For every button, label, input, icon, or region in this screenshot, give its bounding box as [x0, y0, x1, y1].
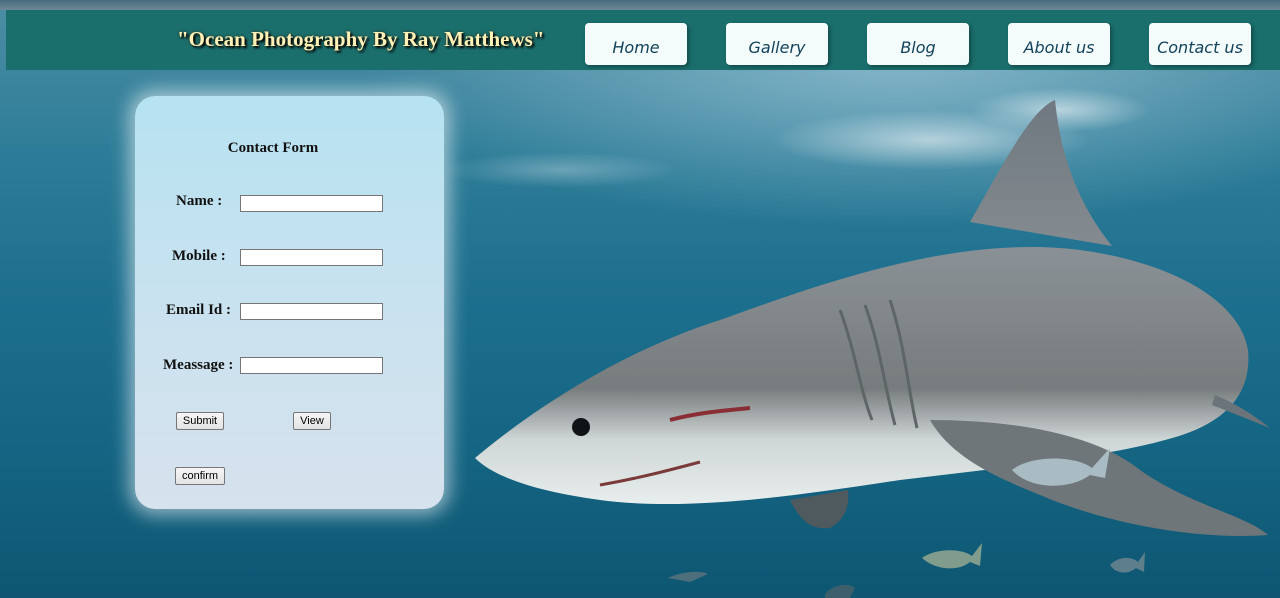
- message-input[interactable]: [240, 357, 383, 374]
- mobile-input[interactable]: [240, 249, 383, 266]
- mobile-label: Mobile :: [172, 248, 226, 264]
- top-strip: [0, 0, 1280, 10]
- message-label: Meassage :: [163, 357, 234, 373]
- confirm-button[interactable]: confirm: [175, 467, 225, 485]
- submit-button[interactable]: Submit: [176, 412, 224, 430]
- site-title: "Ocean Photography By Ray Matthews": [177, 27, 545, 51]
- name-input[interactable]: [240, 195, 383, 212]
- view-button[interactable]: View: [293, 412, 331, 430]
- nav-gallery-button[interactable]: Gallery: [726, 23, 828, 65]
- nav-blog-button[interactable]: Blog: [867, 23, 969, 65]
- nav-home-button[interactable]: Home: [585, 23, 687, 65]
- email-label: Email Id :: [166, 302, 232, 318]
- name-label: Name :: [176, 193, 223, 209]
- email-input[interactable]: [240, 303, 383, 320]
- nav-about-us-button[interactable]: About us: [1008, 23, 1110, 65]
- contact-form-card: Contact Form Name : Mobile : Email Id : …: [135, 96, 444, 509]
- nav-contact-us-button[interactable]: Contact us: [1149, 23, 1251, 65]
- contact-form-title: Contact Form: [227, 140, 319, 156]
